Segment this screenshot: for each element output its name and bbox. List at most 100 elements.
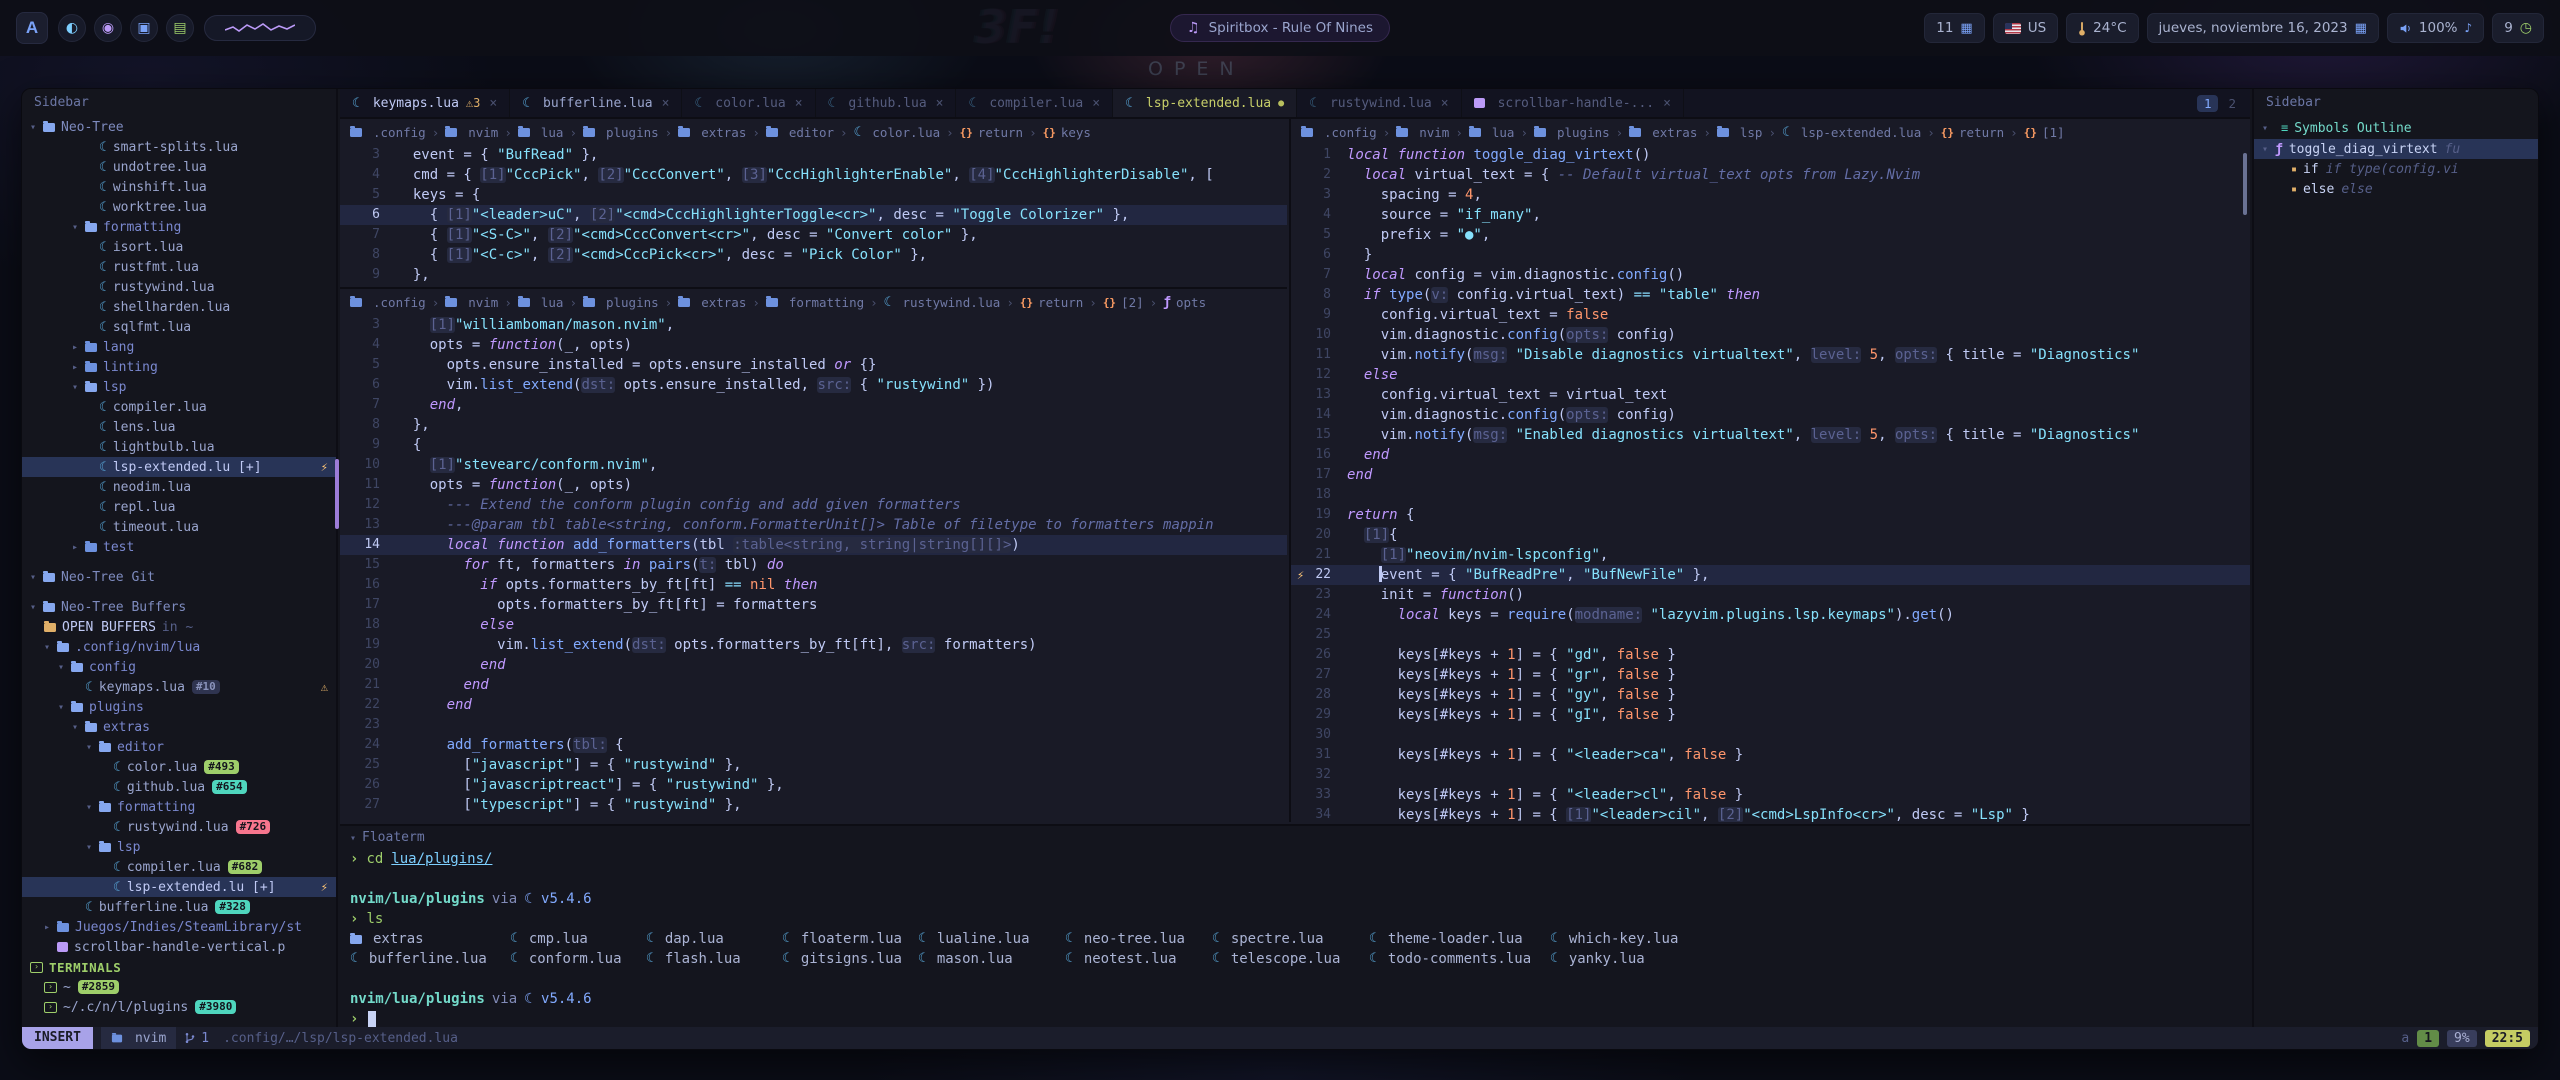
code-line[interactable]: 6 { [1]"<leader>uC", [2]"<cmd>CccHighlig…	[340, 205, 1287, 225]
clipboard-icon[interactable]: ▣	[130, 14, 158, 42]
code-line[interactable]: 23	[340, 715, 1287, 735]
code-line[interactable]: 8 },	[340, 415, 1287, 435]
code-line[interactable]: 8 { [1]"<C-c>", [2]"<cmd>CccPick<cr>", d…	[340, 245, 1287, 265]
code-line[interactable]: 12 --- Extend the conform plugin config …	[340, 495, 1287, 515]
breadcrumb-segment[interactable]: .config	[350, 295, 426, 310]
dashboard-icon[interactable]: ◐	[58, 14, 86, 42]
tree-file[interactable]: ☾lsp-extended.lu [+]⚡	[22, 457, 336, 477]
tree-folder[interactable]: ▾extras	[22, 717, 336, 737]
tree-section-header[interactable]: ›TERMINALS	[22, 957, 336, 977]
tab-rustywind.lua[interactable]: ☾rustywind.lua×	[1297, 89, 1461, 117]
code-line[interactable]: 16 end	[1291, 445, 2250, 465]
code-line[interactable]: 8 if type(v: config.virtual_text) == "ta…	[1291, 285, 2250, 305]
code-line[interactable]: 29 keys[#keys + 1] = { "gI", false }	[1291, 705, 2250, 725]
breadcrumb-segment[interactable]: {}[1]	[2024, 125, 2065, 140]
git-branch-indicator[interactable]: 1	[184, 1031, 209, 1046]
tab-keymaps.lua[interactable]: ☾keymaps.lua⚠3×	[340, 89, 510, 117]
tree-file[interactable]: ☾worktree.lua	[22, 197, 336, 217]
code-line[interactable]: 5 prefix = "●",	[1291, 225, 2250, 245]
breadcrumb-segment[interactable]: lua	[518, 295, 564, 310]
code-line[interactable]: ⚡22 event = { "BufReadPre", "BufNewFile"…	[1291, 565, 2250, 585]
breadcrumb-segment[interactable]: .config	[1301, 125, 1377, 140]
tree-terminal-item[interactable]: ›~/.c/n/l/plugins#3980	[22, 997, 336, 1017]
tree-folder[interactable]: ▾plugins	[22, 697, 336, 717]
code-line[interactable]: 7 { [1]"<S-C>", [2]"<cmd>CccConvert<cr>"…	[340, 225, 1287, 245]
tree-folder[interactable]: ▾editor	[22, 737, 336, 757]
code-line[interactable]: 6 }	[1291, 245, 2250, 265]
code-line[interactable]: 5 keys = {	[340, 185, 1287, 205]
code-line[interactable]: 23 init = function()	[1291, 585, 2250, 605]
code-line[interactable]: 24 local keys = require(modname: "lazyvi…	[1291, 605, 2250, 625]
breadcrumb-segment[interactable]: ☾lsp-extended.lua	[1782, 125, 1921, 140]
code-line[interactable]: 24 add_formatters(tbl: {	[340, 735, 1287, 755]
code-line[interactable]: 18 else	[340, 615, 1287, 635]
breadcrumb-segment[interactable]: nvim	[1396, 125, 1449, 140]
tab-scrollbar-handle-...[interactable]: scrollbar-handle-...×	[1462, 89, 1684, 117]
code-line[interactable]: 26 ["javascriptreact"] = { "rustywind" }…	[340, 775, 1287, 795]
code-line[interactable]: 5 opts.ensure_installed = opts.ensure_in…	[340, 355, 1287, 375]
tree-file[interactable]: ☾rustywind.lua#726	[22, 817, 336, 837]
tree-folder[interactable]: ▾lsp	[22, 837, 336, 857]
breadcrumb-segment[interactable]: extras	[1629, 125, 1697, 140]
tree-file[interactable]: ☾github.lua#654	[22, 777, 336, 797]
tree-file[interactable]: ☾sqlfmt.lua	[22, 317, 336, 337]
breadcrumb-segment[interactable]: ☾color.lua	[854, 125, 941, 140]
activity-graph-widget[interactable]	[204, 15, 316, 41]
code-line[interactable]: 2 local virtual_text = { -- Default virt…	[1291, 165, 2250, 185]
tree-root[interactable]: OPEN BUFFERSin ~	[22, 617, 336, 637]
code-line[interactable]: 3 [1]"williamboman/mason.nvim",	[340, 315, 1287, 335]
code-line[interactable]: 27 keys[#keys + 1] = { "gr", false }	[1291, 665, 2250, 685]
code-line[interactable]: 17end	[1291, 465, 2250, 485]
tree-file[interactable]: ☾bufferline.lua#328	[22, 897, 336, 917]
tree-folder[interactable]: ▸Juegos/Indies/SteamLibrary/st	[22, 917, 336, 937]
code-line[interactable]: 33 keys[#keys + 1] = { "<leader>cl", fal…	[1291, 785, 2250, 805]
tree-file[interactable]: ☾smart-splits.lua	[22, 137, 336, 157]
breadcrumb-segment[interactable]: {}return	[1020, 295, 1083, 310]
code-line[interactable]: 7 end,	[340, 395, 1287, 415]
code-line[interactable]: 6 vim.list_extend(dst: opts.ensure_insta…	[340, 375, 1287, 395]
code-line[interactable]: 19 vim.list_extend(dst: opts.formatters_…	[340, 635, 1287, 655]
breadcrumb-segment[interactable]: extras	[678, 295, 746, 310]
code-line[interactable]: 13 ---@param tbl table<string, conform.F…	[340, 515, 1287, 535]
tree-file[interactable]: ☾shellharden.lua	[22, 297, 336, 317]
code-line[interactable]: 9 {	[340, 435, 1287, 455]
code-line[interactable]: 20 end	[340, 655, 1287, 675]
tree-file[interactable]: ☾compiler.lua#682	[22, 857, 336, 877]
code-line[interactable]: 11 vim.notify(msg: "Disable diagnostics …	[1291, 345, 2250, 365]
tabpage-other[interactable]: 2	[2224, 95, 2240, 112]
tree-file[interactable]: ☾isort.lua	[22, 237, 336, 257]
tab-lsp-extended.lua[interactable]: ☾lsp-extended.lua●	[1113, 89, 1297, 117]
code-line[interactable]: 28 keys[#keys + 1] = { "gy", false }	[1291, 685, 2250, 705]
breadcrumb-segment[interactable]: plugins	[583, 295, 659, 310]
close-icon[interactable]: ×	[489, 96, 497, 111]
tree-file[interactable]: ☾undotree.lua	[22, 157, 336, 177]
tree-file[interactable]: ☾compiler.lua	[22, 397, 336, 417]
code-line[interactable]: 9 config.virtual_text = false	[1291, 305, 2250, 325]
tree-file[interactable]: ☾rustfmt.lua	[22, 257, 336, 277]
tree-file[interactable]: ☾repl.lua	[22, 497, 336, 517]
code-line[interactable]: 19return {	[1291, 505, 2250, 525]
code-line[interactable]: 13 config.virtual_text = virtual_text	[1291, 385, 2250, 405]
code-line[interactable]: 3 spacing = 4,	[1291, 185, 2250, 205]
tree-file[interactable]: ☾neodim.lua	[22, 477, 336, 497]
tree-folder[interactable]: ▸lang	[22, 337, 336, 357]
breadcrumb-segment[interactable]: editor	[766, 125, 834, 140]
close-icon[interactable]: ×	[1441, 96, 1449, 111]
code-line[interactable]: 15 vim.notify(msg: "Enabled diagnostics …	[1291, 425, 2250, 445]
close-icon[interactable]: ×	[936, 96, 944, 111]
code-line[interactable]: 30	[1291, 725, 2250, 745]
symbols-outline-header[interactable]: ▾ ≡ Symbols Outline	[2254, 117, 2538, 139]
code-line[interactable]: 11 opts = function(_, opts)	[340, 475, 1287, 495]
code-line[interactable]: 26 keys[#keys + 1] = { "gd", false }	[1291, 645, 2250, 665]
breadcrumb-segment[interactable]: formatting	[766, 295, 864, 310]
now-playing-widget[interactable]: ♫ Spiritbox - Rule Of Nines	[1170, 14, 1390, 42]
code-line[interactable]: 22 end	[340, 695, 1287, 715]
tree-folder[interactable]: ▾formatting	[22, 797, 336, 817]
code-line[interactable]: 12 else	[1291, 365, 2250, 385]
tree-file[interactable]: ☾keymaps.lua#10⚠	[22, 677, 336, 697]
tree-folder[interactable]: ▸test	[22, 537, 336, 557]
tree-folder[interactable]: ▾formatting	[22, 217, 336, 237]
code-line[interactable]: 4 opts = function(_, opts)	[340, 335, 1287, 355]
breadcrumb-segment[interactable]: nvim	[445, 125, 498, 140]
tab-compiler.lua[interactable]: ☾compiler.lua×	[956, 89, 1113, 117]
